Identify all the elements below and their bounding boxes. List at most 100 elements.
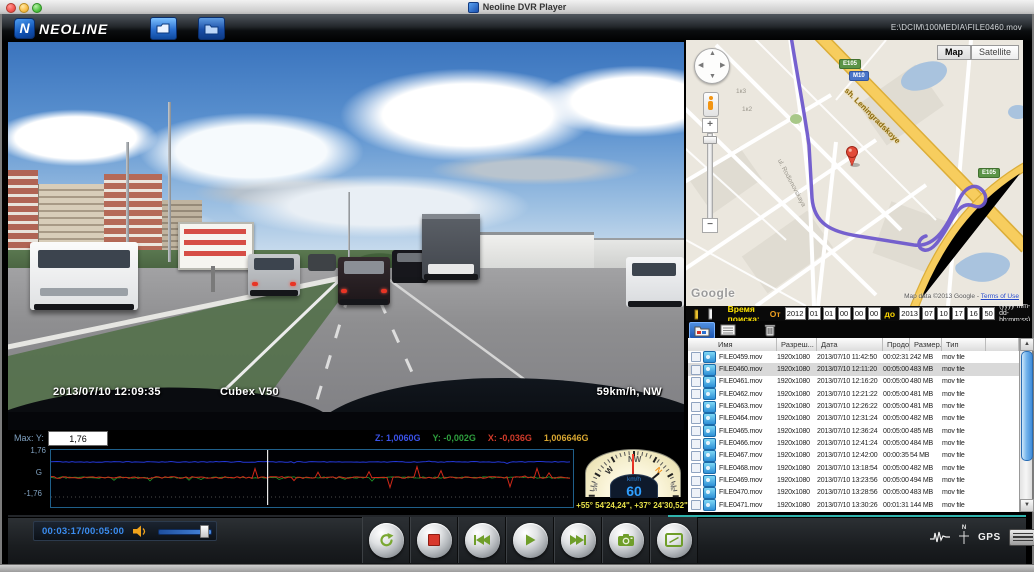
graph-cursor[interactable] <box>267 450 268 505</box>
file-row[interactable]: FILE0465.mov1920x10802013/07/10 12:36:24… <box>688 425 1019 437</box>
from-month-field[interactable] <box>808 307 821 320</box>
file-name: FILE0459.mov <box>719 354 777 361</box>
zoom-slider-track[interactable] <box>707 133 713 219</box>
to-day-field[interactable] <box>937 307 950 320</box>
to-year-field[interactable] <box>899 307 920 320</box>
row-checkbox[interactable] <box>691 426 701 436</box>
row-checkbox[interactable] <box>691 414 701 424</box>
row-checkbox[interactable] <box>691 365 701 375</box>
speaker-icon[interactable] <box>133 525 148 538</box>
file-row[interactable]: FILE0469.mov1920x10802013/07/10 13:23:56… <box>688 474 1019 486</box>
map-type-map-button[interactable]: Map <box>937 45 971 60</box>
column-header-duration[interactable]: Продо... <box>883 338 910 351</box>
file-row[interactable]: FILE0460.mov1920x10802013/07/10 12:11:20… <box>688 363 1019 375</box>
search-files-icon[interactable] <box>708 308 712 320</box>
zoom-slider-knob[interactable] <box>703 136 717 144</box>
row-checkbox[interactable] <box>691 488 701 498</box>
open-folder-button[interactable] <box>198 17 225 40</box>
file-table-scrollbar[interactable]: ▲ ▼ <box>1019 338 1032 512</box>
file-row[interactable]: FILE0467.mov1920x10802013/07/10 12:42:00… <box>688 450 1019 462</box>
row-checkbox[interactable] <box>691 463 701 473</box>
file-row[interactable]: FILE0471.mov1920x10802013/07/10 13:30:26… <box>688 499 1019 511</box>
to-hour-field[interactable] <box>952 307 965 320</box>
scroll-down-button[interactable]: ▼ <box>1020 499 1034 512</box>
from-second-field[interactable] <box>868 307 881 320</box>
zoom-in-button[interactable]: + <box>702 118 718 133</box>
file-table-header[interactable]: Имя Разреш... Дата Продо... Размер... Ти… <box>688 338 1019 352</box>
pegman-icon[interactable] <box>703 92 719 117</box>
row-checkbox[interactable] <box>691 352 701 362</box>
pan-right-icon[interactable]: ▶ <box>720 61 725 69</box>
display-icon <box>665 533 683 547</box>
row-checkbox[interactable] <box>691 439 701 449</box>
column-header-date[interactable]: Дата <box>817 338 883 351</box>
file-size: 54 MB <box>910 452 942 459</box>
pan-left-icon[interactable]: ◀ <box>698 61 703 69</box>
playlist-menu-button[interactable] <box>1009 529 1034 546</box>
map-pan-control[interactable]: ▲ ▼ ◀ ▶ <box>694 48 730 84</box>
gsensor-graph[interactable] <box>50 449 574 508</box>
compass-tick <box>663 465 667 468</box>
scrollbar-thumb[interactable] <box>1021 351 1033 461</box>
speed-display: km/h 60 <box>610 474 658 498</box>
file-row[interactable]: FILE0470.mov1920x10802013/07/10 13:28:56… <box>688 487 1019 499</box>
file-row[interactable]: FILE0463.mov1920x10802013/07/10 12:26:22… <box>688 400 1019 412</box>
snapshot-button[interactable] <box>609 523 644 558</box>
north-indicator-cross <box>958 531 970 544</box>
column-header-resolution[interactable]: Разреш... <box>777 338 817 351</box>
file-row[interactable]: FILE0464.mov1920x10802013/07/10 12:31:24… <box>688 413 1019 425</box>
row-checkbox[interactable] <box>691 451 701 461</box>
file-row[interactable]: FILE0468.mov1920x10802013/07/10 13:18:54… <box>688 462 1019 474</box>
display-button[interactable] <box>657 523 692 558</box>
from-minute-field[interactable] <box>853 307 866 320</box>
map-panel[interactable]: sh. Leningradskoye E105 M10 E105 ul. Rod… <box>686 40 1023 306</box>
list-view-button[interactable] <box>716 322 740 337</box>
title-bar[interactable]: Neoline DVR Player <box>0 0 1034 15</box>
file-row[interactable]: FILE0461.mov1920x10802013/07/10 12:16:20… <box>688 376 1019 388</box>
to-minute-field[interactable] <box>967 307 980 320</box>
video-panel[interactable]: 2013/07/10 12:09:35 Cubex V50 59km/h, NW <box>8 42 684 430</box>
delete-button[interactable] <box>758 322 782 337</box>
open-file-button[interactable] <box>150 17 177 40</box>
map-type-satellite-button[interactable]: Satellite <box>971 45 1019 60</box>
file-view-button[interactable] <box>689 322 715 339</box>
file-resolution: 1920x1080 <box>777 465 817 472</box>
to-second-field[interactable] <box>982 307 995 320</box>
file-resolution: 1920x1080 <box>777 354 817 361</box>
previous-button[interactable] <box>465 523 500 558</box>
file-row[interactable]: FILE0466.mov1920x10802013/07/10 12:41:24… <box>688 437 1019 449</box>
file-resolution: 1920x1080 <box>777 378 817 385</box>
terms-of-use-link[interactable]: Terms of Use <box>981 293 1019 300</box>
file-name: FILE0461.mov <box>719 378 777 385</box>
time-volume-panel: 00:03:17/00:05:00 <box>33 521 217 541</box>
pan-up-icon[interactable]: ▲ <box>709 50 716 57</box>
row-checkbox[interactable] <box>691 476 701 486</box>
scroll-up-button[interactable]: ▲ <box>1020 338 1034 351</box>
volume-slider-handle[interactable] <box>200 525 209 538</box>
row-checkbox[interactable] <box>691 389 701 399</box>
from-hour-field[interactable] <box>838 307 851 320</box>
from-year-field[interactable] <box>785 307 806 320</box>
file-size: 494 MB <box>910 477 942 484</box>
column-header-type[interactable]: Тип <box>942 338 986 351</box>
column-header-name[interactable]: Имя <box>688 338 777 351</box>
file-row[interactable]: FILE0459.mov1920x10802013/07/10 11:42:50… <box>688 351 1019 363</box>
zoom-out-button[interactable]: − <box>702 218 718 233</box>
play-button[interactable] <box>513 523 548 558</box>
column-header-size[interactable]: Размер... <box>910 338 942 351</box>
next-button[interactable] <box>561 523 596 558</box>
repeat-button[interactable] <box>369 523 404 558</box>
file-date: 2013/07/10 13:30:26 <box>817 502 883 509</box>
row-checkbox[interactable] <box>691 377 701 387</box>
stop-button[interactable] <box>417 523 452 558</box>
seek-bar-remaining[interactable] <box>668 515 1026 517</box>
gsensor-max-input[interactable] <box>48 431 108 446</box>
row-checkbox[interactable] <box>691 402 701 412</box>
pan-down-icon[interactable]: ▼ <box>709 73 716 80</box>
to-month-field[interactable] <box>922 307 935 320</box>
file-row[interactable]: FILE0462.mov1920x10802013/07/10 12:21:22… <box>688 388 1019 400</box>
from-day-field[interactable] <box>823 307 836 320</box>
folder-icon[interactable] <box>694 308 698 320</box>
list-view-icon <box>720 324 736 336</box>
gsensor-total-value: 1,006646G <box>544 433 589 443</box>
